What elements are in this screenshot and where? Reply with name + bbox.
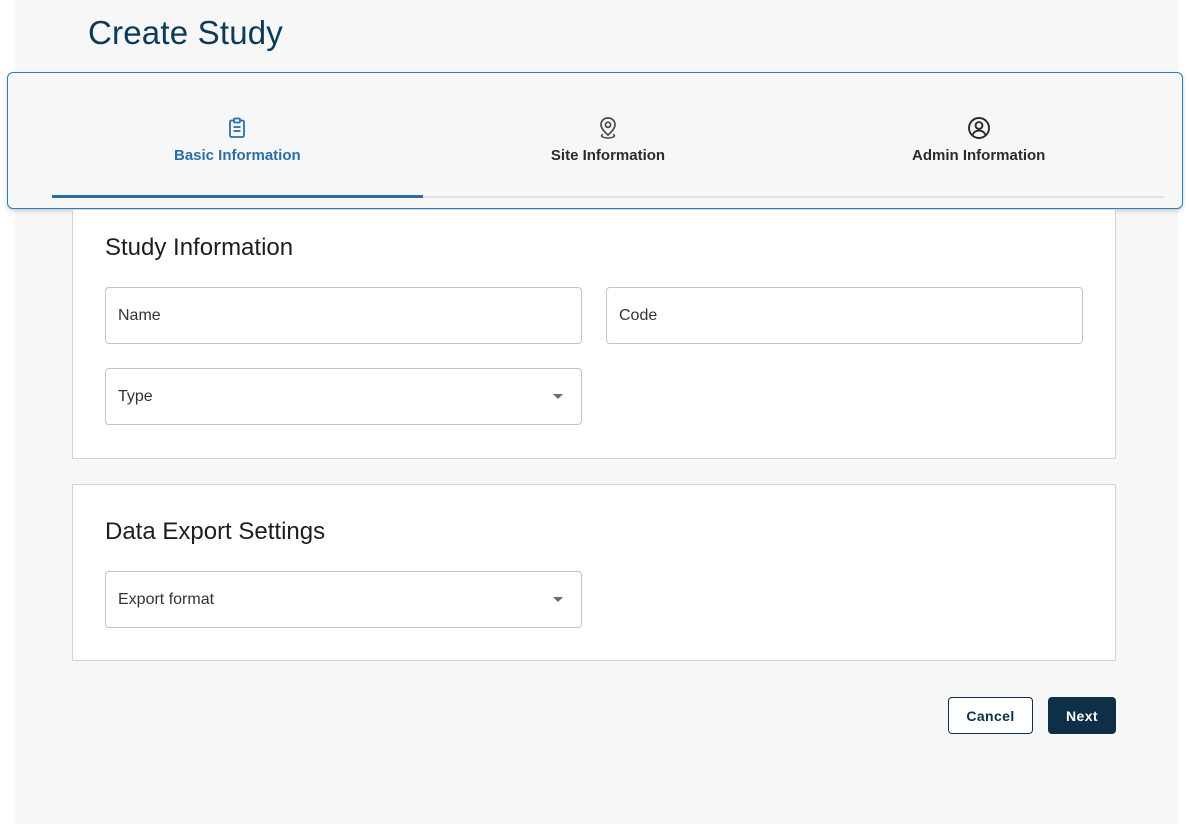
page-title: Create Study bbox=[88, 14, 284, 51]
caret-down-icon bbox=[553, 394, 563, 399]
field-label: Export format bbox=[118, 591, 215, 608]
type-select[interactable]: Type bbox=[105, 368, 582, 425]
study-information-section: Study Information Name Code Type bbox=[72, 210, 1116, 459]
export-format-select[interactable]: Export format bbox=[105, 571, 582, 628]
tab-label: Admin Information bbox=[912, 147, 1046, 164]
next-button[interactable]: Next bbox=[1048, 697, 1116, 734]
data-export-section: Data Export Settings Export format bbox=[72, 484, 1116, 661]
tab-label: Site Information bbox=[550, 147, 666, 164]
section-title: Study Information bbox=[105, 234, 294, 261]
field-label: Type bbox=[118, 388, 153, 405]
stepper-card: Basic Information Site Information Admin… bbox=[7, 72, 1183, 209]
field-label: Name bbox=[118, 307, 161, 324]
section-title: Data Export Settings bbox=[105, 518, 326, 545]
code-field[interactable]: Code bbox=[606, 287, 1083, 344]
tab-label: Basic Information bbox=[173, 147, 301, 164]
tab-site-information[interactable]: Site Information bbox=[423, 73, 794, 196]
caret-down-icon bbox=[553, 597, 563, 602]
location-pin-icon bbox=[595, 115, 621, 141]
cancel-button[interactable]: Cancel bbox=[948, 697, 1033, 734]
tab-admin-information[interactable]: Admin Information bbox=[793, 73, 1164, 196]
field-label: Code bbox=[619, 307, 658, 324]
name-field[interactable]: Name bbox=[105, 287, 582, 344]
stepper-tabs: Basic Information Site Information Admin… bbox=[52, 73, 1164, 198]
tab-basic-information[interactable]: Basic Information bbox=[52, 73, 423, 198]
user-circle-icon bbox=[966, 115, 992, 141]
clipboard-icon bbox=[224, 115, 250, 141]
